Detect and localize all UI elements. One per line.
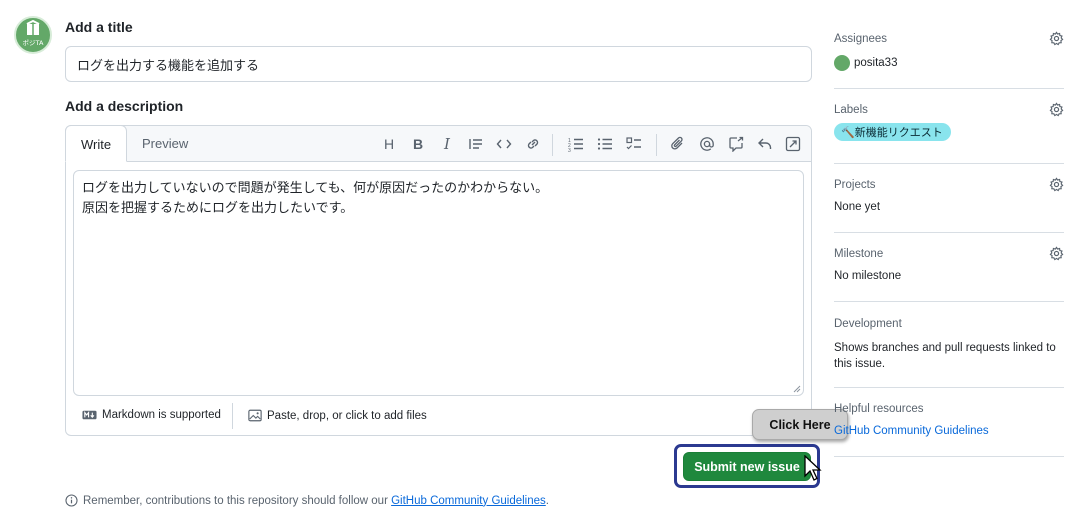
- code-icon[interactable]: [494, 134, 514, 154]
- assignees-heading: Assignees: [834, 33, 888, 45]
- task-list-icon[interactable]: [624, 134, 644, 154]
- milestone-value: No milestone: [834, 270, 902, 282]
- editor-footer: Markdown is supported Paste, drop, or cl…: [66, 397, 811, 435]
- info-icon: [65, 494, 78, 507]
- link-icon[interactable]: [523, 134, 543, 154]
- labels-gear-icon[interactable]: [1049, 102, 1064, 120]
- quote-icon[interactable]: [466, 134, 486, 154]
- helpful-heading: Helpful resources: [834, 403, 924, 415]
- development-heading: Development: [834, 318, 902, 330]
- helpful-resources-section: Helpful resources GitHub Community Guide…: [834, 403, 1064, 437]
- labels-heading: Labels: [834, 104, 868, 116]
- projects-value: None yet: [834, 201, 881, 213]
- assignee-avatar: [834, 55, 850, 71]
- attach-icon[interactable]: [668, 134, 688, 154]
- guidelines-link[interactable]: GitHub Community Guidelines: [391, 495, 546, 507]
- fullscreen-icon[interactable]: [783, 134, 803, 154]
- markdown-label: Markdown is supported: [102, 409, 221, 421]
- development-value: Shows branches and pull requests linked …: [834, 342, 1056, 370]
- title-input[interactable]: [65, 46, 812, 82]
- image-icon: [248, 409, 262, 422]
- labels-section: Labels 🔨新機能リクエスト: [834, 102, 1064, 141]
- milestone-gear-icon[interactable]: [1049, 246, 1064, 264]
- helpful-guidelines-link[interactable]: GitHub Community Guidelines: [834, 425, 1064, 437]
- description-textarea[interactable]: ログを出力していないので問題が発生しても、何が原因だったのかわからない。 原因を…: [73, 170, 804, 396]
- title-heading: Add a title: [65, 19, 133, 35]
- remember-text: Remember, contributions to this reposito…: [83, 494, 388, 507]
- reference-icon[interactable]: [726, 134, 746, 154]
- numbered-list-icon[interactable]: 123: [566, 134, 586, 154]
- development-section: Development Shows branches and pull requ…: [834, 318, 1064, 372]
- avatar[interactable]: ポジTA: [14, 16, 52, 54]
- resize-handle-icon[interactable]: [793, 385, 801, 393]
- submit-new-issue-button[interactable]: Submit new issue: [683, 452, 811, 481]
- paste-files[interactable]: Paste, drop, or click to add files: [248, 409, 427, 422]
- mention-icon[interactable]: [697, 134, 717, 154]
- remember-period: .: [545, 494, 549, 507]
- paste-label: Paste, drop, or click to add files: [267, 409, 427, 422]
- contribution-notice: Remember, contributions to this reposito…: [65, 494, 549, 507]
- assignee-item[interactable]: posita33: [834, 55, 1064, 71]
- bold-icon[interactable]: B: [408, 134, 428, 154]
- milestone-heading: Milestone: [834, 248, 884, 260]
- description-line-1: ログを出力していないので問題が発生しても、何が原因だったのかわからない。: [82, 181, 549, 196]
- avatar-text: ポジTA: [23, 39, 44, 47]
- projects-heading: Projects: [834, 179, 876, 191]
- svg-text:3: 3: [568, 148, 571, 152]
- assignee-name: posita33: [854, 57, 898, 69]
- markdown-support[interactable]: Markdown is supported: [82, 409, 221, 421]
- tab-preview[interactable]: Preview: [127, 126, 203, 162]
- submit-highlight: Submit new issue: [674, 444, 820, 488]
- projects-gear-icon[interactable]: [1049, 177, 1064, 195]
- milestone-section: Milestone No milestone: [834, 246, 1064, 282]
- projects-section: Projects None yet: [834, 177, 1064, 213]
- tab-write[interactable]: Write: [65, 125, 128, 162]
- description-heading: Add a description: [65, 98, 184, 114]
- editor-toolbar: Write Preview H B I 123: [65, 125, 811, 162]
- cursor-icon: [804, 455, 822, 481]
- assignees-gear-icon[interactable]: [1049, 31, 1064, 49]
- assignees-section: Assignees posita33: [834, 31, 1064, 71]
- italic-icon[interactable]: I: [437, 134, 457, 154]
- markdown-icon: [82, 410, 97, 420]
- description-editor: Write Preview H B I 123 ログを出力していないので問題が発…: [65, 125, 812, 436]
- undo-icon[interactable]: [755, 134, 775, 154]
- description-line-2: 原因を把握するためにログを出力したいです。: [82, 201, 354, 216]
- bulleted-list-icon[interactable]: [595, 134, 615, 154]
- label-badge[interactable]: 🔨新機能リクエスト: [834, 123, 951, 141]
- heading-icon[interactable]: H: [379, 134, 399, 154]
